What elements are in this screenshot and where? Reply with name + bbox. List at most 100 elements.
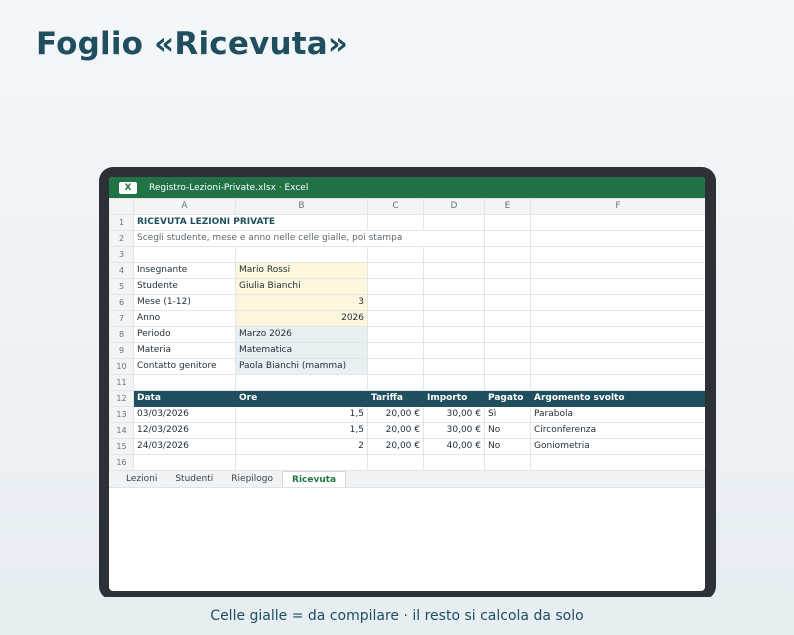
cell-a2[interactable]: Scegli studente, mese e anno nelle celle… xyxy=(133,230,485,247)
row-header[interactable]: 8 xyxy=(109,326,134,343)
cell-e11[interactable] xyxy=(484,374,531,391)
cell-f6[interactable] xyxy=(530,294,705,311)
cell-c11[interactable] xyxy=(367,374,424,391)
cell-a6[interactable]: Mese (1-12) xyxy=(133,294,236,311)
row-header[interactable]: 2 xyxy=(109,230,134,247)
cell-f10[interactable] xyxy=(530,358,705,375)
row-header[interactable]: 4 xyxy=(109,262,134,279)
cell-tariffa[interactable]: 20,00 € xyxy=(367,422,424,439)
cell-tariffa[interactable]: 20,00 € xyxy=(367,438,424,455)
cell-c10[interactable] xyxy=(367,358,424,375)
row-header[interactable]: 15 xyxy=(109,438,134,455)
cell-e1[interactable] xyxy=(484,214,531,231)
cell-d4[interactable] xyxy=(423,262,485,279)
cell-f9[interactable] xyxy=(530,342,705,359)
cell-c6[interactable] xyxy=(367,294,424,311)
cell-f16[interactable] xyxy=(530,454,705,471)
cell-d5[interactable] xyxy=(423,278,485,295)
cell-c9[interactable] xyxy=(367,342,424,359)
header-ore[interactable]: Ore xyxy=(235,390,368,407)
cell-pagato[interactable]: No xyxy=(484,438,531,455)
header-argomento[interactable]: Argomento svolto xyxy=(530,390,705,407)
header-pagato[interactable]: Pagato xyxy=(484,390,531,407)
cell-importo[interactable]: 40,00 € xyxy=(423,438,485,455)
cell-a5[interactable]: Studente xyxy=(133,278,236,295)
cell-d3[interactable] xyxy=(423,246,485,263)
cell-f3[interactable] xyxy=(530,246,705,263)
header-data[interactable]: Data xyxy=(133,390,236,407)
cell-d6[interactable] xyxy=(423,294,485,311)
cell-d8[interactable] xyxy=(423,326,485,343)
cell-e10[interactable] xyxy=(484,358,531,375)
sheet-tab-lezioni[interactable]: Lezioni xyxy=(117,471,166,487)
sheet-tab-ricevuta[interactable]: Ricevuta xyxy=(282,471,347,487)
row-header[interactable]: 7 xyxy=(109,310,134,327)
row-header[interactable]: 14 xyxy=(109,422,134,439)
column-header-a[interactable]: A xyxy=(133,198,236,215)
row-header[interactable]: 13 xyxy=(109,406,134,423)
cell-b5-input[interactable]: Giulia Bianchi xyxy=(235,278,368,295)
column-header-c[interactable]: C xyxy=(367,198,424,215)
select-all-corner[interactable] xyxy=(109,198,134,215)
cell-c5[interactable] xyxy=(367,278,424,295)
cell-a10[interactable]: Contatto genitore xyxy=(133,358,236,375)
cell-f11[interactable] xyxy=(530,374,705,391)
cell-c7[interactable] xyxy=(367,310,424,327)
cell-d16[interactable] xyxy=(423,454,485,471)
cell-c8[interactable] xyxy=(367,326,424,343)
cell-importo[interactable]: 30,00 € xyxy=(423,422,485,439)
cell-e8[interactable] xyxy=(484,326,531,343)
cell-argomento[interactable]: Circonferenza xyxy=(530,422,705,439)
cell-d11[interactable] xyxy=(423,374,485,391)
cell-f7[interactable] xyxy=(530,310,705,327)
sheet-tab-studenti[interactable]: Studenti xyxy=(166,471,222,487)
cell-tariffa[interactable]: 20,00 € xyxy=(367,406,424,423)
cell-e3[interactable] xyxy=(484,246,531,263)
row-header[interactable]: 1 xyxy=(109,214,134,231)
cell-e6[interactable] xyxy=(484,294,531,311)
cell-a8[interactable]: Periodo xyxy=(133,326,236,343)
row-header[interactable]: 9 xyxy=(109,342,134,359)
cell-c1[interactable] xyxy=(367,214,424,231)
cell-ore[interactable]: 1,5 xyxy=(235,422,368,439)
cell-a11[interactable] xyxy=(133,374,236,391)
row-header[interactable]: 10 xyxy=(109,358,134,375)
cell-b6-input[interactable]: 3 xyxy=(235,294,368,311)
column-header-e[interactable]: E xyxy=(484,198,531,215)
row-header[interactable]: 12 xyxy=(109,390,134,407)
cell-argomento[interactable]: Goniometria xyxy=(530,438,705,455)
cell-pagato[interactable]: No xyxy=(484,422,531,439)
cell-f2[interactable] xyxy=(530,230,705,247)
cell-d10[interactable] xyxy=(423,358,485,375)
cell-f8[interactable] xyxy=(530,326,705,343)
cell-data[interactable]: 12/03/2026 xyxy=(133,422,236,439)
cell-c4[interactable] xyxy=(367,262,424,279)
column-header-d[interactable]: D xyxy=(423,198,485,215)
cell-f4[interactable] xyxy=(530,262,705,279)
cell-argomento[interactable]: Parabola xyxy=(530,406,705,423)
row-header[interactable]: 16 xyxy=(109,454,134,471)
cell-a1[interactable]: RICEVUTA LEZIONI PRIVATE xyxy=(133,214,368,231)
cell-a7[interactable]: Anno xyxy=(133,310,236,327)
cell-pagato[interactable]: Sì xyxy=(484,406,531,423)
cell-b11[interactable] xyxy=(235,374,368,391)
cell-c16[interactable] xyxy=(367,454,424,471)
column-header-f[interactable]: F xyxy=(530,198,705,215)
cell-c3[interactable] xyxy=(367,246,424,263)
cell-f1[interactable] xyxy=(530,214,705,231)
cell-e5[interactable] xyxy=(484,278,531,295)
cell-ore[interactable]: 1,5 xyxy=(235,406,368,423)
cell-data[interactable]: 24/03/2026 xyxy=(133,438,236,455)
cell-b8-computed[interactable]: Marzo 2026 xyxy=(235,326,368,343)
row-header[interactable]: 5 xyxy=(109,278,134,295)
cell-data[interactable]: 03/03/2026 xyxy=(133,406,236,423)
cell-b10-computed[interactable]: Paola Bianchi (mamma) xyxy=(235,358,368,375)
cell-b9-computed[interactable]: Matematica xyxy=(235,342,368,359)
cell-e2[interactable] xyxy=(484,230,531,247)
cell-f5[interactable] xyxy=(530,278,705,295)
sheet-tab-riepilogo[interactable]: Riepilogo xyxy=(222,471,282,487)
column-header-b[interactable]: B xyxy=(235,198,368,215)
row-header[interactable]: 3 xyxy=(109,246,134,263)
cell-b4-input[interactable]: Mario Rossi xyxy=(235,262,368,279)
cell-a9[interactable]: Materia xyxy=(133,342,236,359)
